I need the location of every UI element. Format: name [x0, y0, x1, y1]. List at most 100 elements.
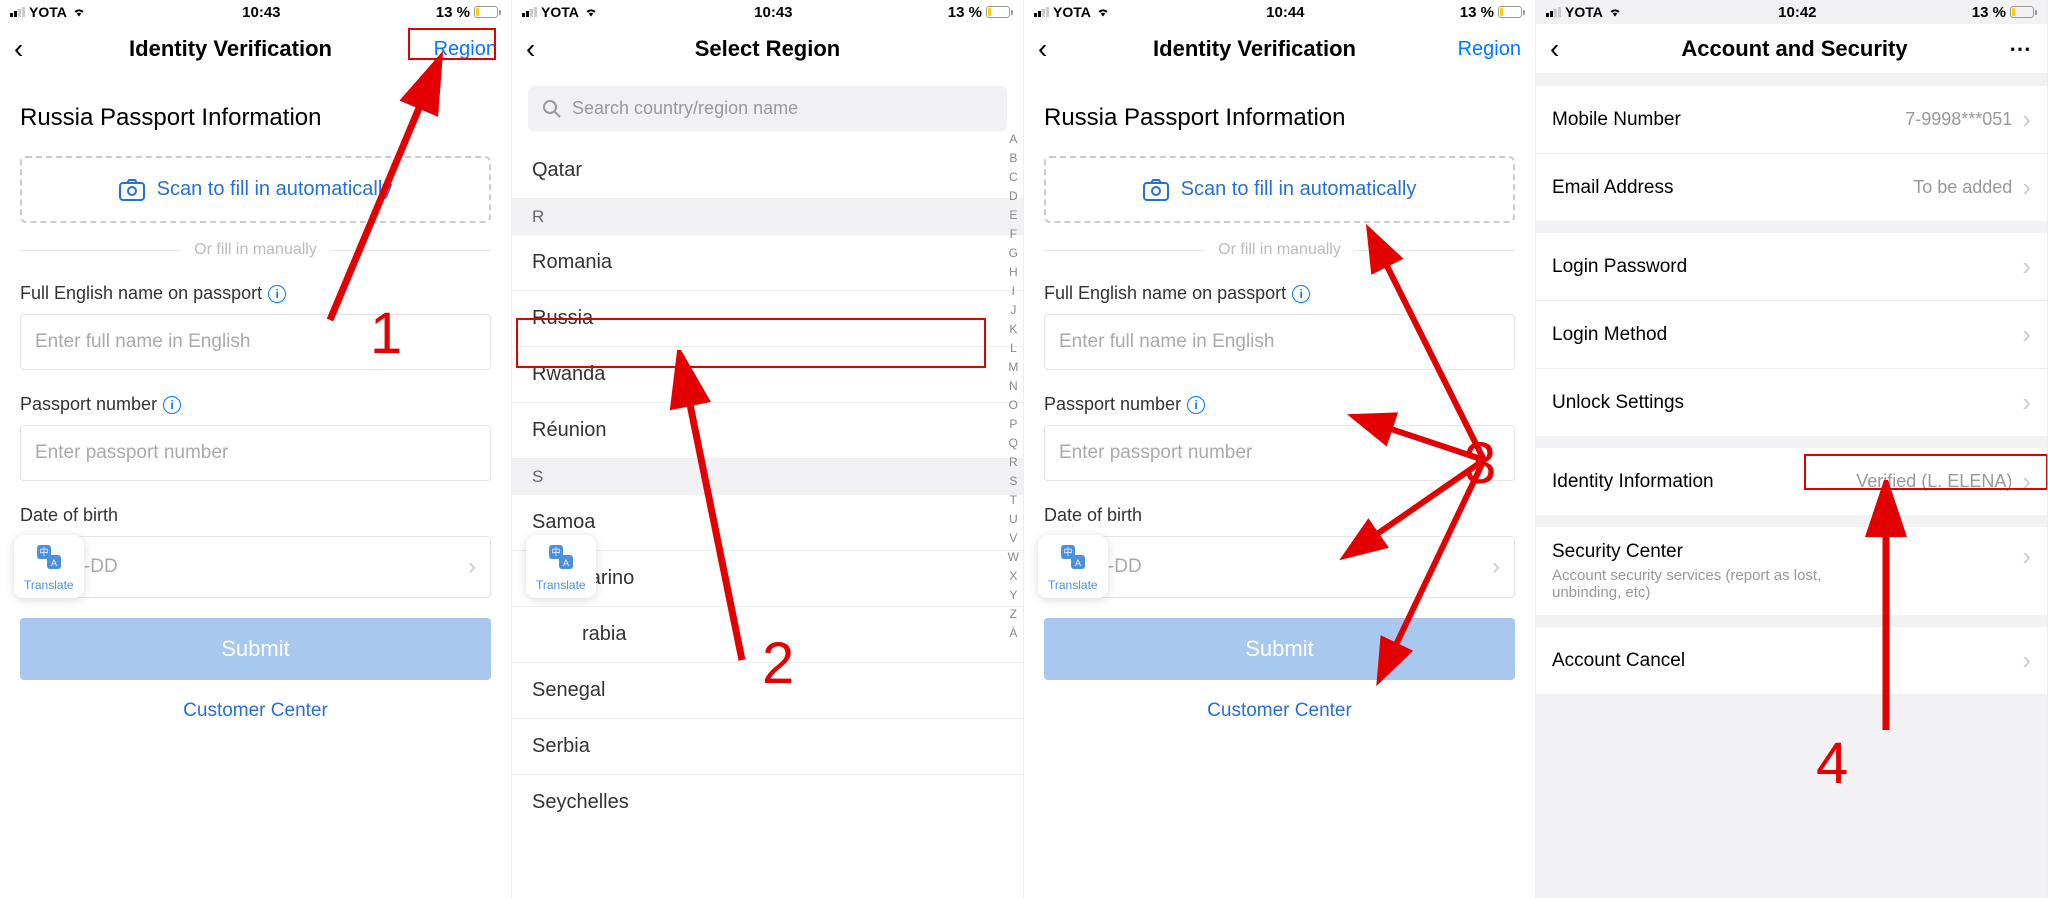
- customer-center-link[interactable]: Customer Center: [1044, 700, 1515, 722]
- row-email[interactable]: Email Address To be added: [1536, 154, 2047, 221]
- status-bar: YOTA 10:44 13 %: [1024, 0, 1535, 24]
- row-label: Email Address: [1552, 177, 1673, 199]
- row-account-cancel[interactable]: Account Cancel: [1536, 627, 2047, 694]
- back-button[interactable]: ‹: [1038, 33, 1068, 65]
- more-button[interactable]: ⋯: [2009, 36, 2033, 62]
- scan-to-fill-button[interactable]: Scan to fill in automatically: [1044, 156, 1515, 223]
- row-label: Login Password: [1552, 256, 1687, 278]
- passport-input[interactable]: [1044, 425, 1515, 481]
- submit-button[interactable]: Submit: [1044, 618, 1515, 680]
- customer-center-link[interactable]: Customer Center: [20, 700, 491, 722]
- region-button[interactable]: Region: [1441, 38, 1521, 61]
- translate-label: Translate: [536, 578, 586, 592]
- row-unlock-settings[interactable]: Unlock Settings: [1536, 369, 2047, 436]
- row-identity-info[interactable]: Identity Information Verified (L. ELENA): [1536, 448, 2047, 515]
- row-value: To be added: [1913, 172, 2031, 203]
- dob-input[interactable]: Y-MM-DD ›: [1044, 536, 1515, 598]
- name-label: Full English name on passport i: [1044, 283, 1515, 304]
- country-item-reunion[interactable]: Réunion: [512, 403, 1023, 459]
- svg-text:A: A: [563, 558, 569, 568]
- passport-label: Passport number i: [1044, 394, 1515, 415]
- scan-label: Scan to fill in automatically: [157, 178, 393, 201]
- scan-to-fill-button[interactable]: Scan to fill in automatically: [20, 156, 491, 223]
- country-item-serbia[interactable]: Serbia: [512, 719, 1023, 775]
- translate-widget[interactable]: 中A Translate: [14, 535, 84, 598]
- signal-icon: [1034, 7, 1049, 17]
- row-label: Identity Information: [1552, 471, 1714, 493]
- carrier-label: YOTA: [541, 4, 579, 20]
- country-item-qatar[interactable]: Qatar: [512, 143, 1023, 199]
- chevron-right-icon: ›: [468, 553, 476, 581]
- full-name-input[interactable]: [20, 314, 491, 370]
- status-bar: YOTA 10:43 13 %: [512, 0, 1023, 24]
- submit-button[interactable]: Submit: [20, 618, 491, 680]
- settings-group-login: Login Password Login Method Unlock Setti…: [1536, 233, 2047, 436]
- row-label: Security Center: [1552, 541, 1852, 563]
- chevron-right-icon: [2018, 387, 2031, 418]
- back-button[interactable]: ‹: [1550, 33, 1580, 65]
- scan-label: Scan to fill in automatically: [1181, 178, 1417, 201]
- battery-pct: 13 %: [436, 4, 470, 21]
- clock: 10:43: [242, 4, 280, 21]
- section-heading: Russia Passport Information: [20, 104, 491, 132]
- info-icon[interactable]: i: [1292, 285, 1310, 303]
- search-icon: [542, 99, 562, 119]
- page-title: Account and Security: [1580, 36, 2009, 62]
- svg-text:中: 中: [39, 546, 48, 557]
- full-name-input[interactable]: [1044, 314, 1515, 370]
- battery-pct: 13 %: [1972, 4, 2006, 21]
- chevron-right-icon: [2018, 319, 2031, 350]
- clock: 10:42: [1778, 4, 1816, 21]
- status-bar: YOTA 10:43 13 %: [0, 0, 511, 24]
- annotation-number-4: 4: [1816, 730, 1848, 797]
- info-icon[interactable]: i: [1187, 396, 1205, 414]
- carrier-label: YOTA: [1053, 4, 1091, 20]
- country-item-senegal[interactable]: Senegal: [512, 663, 1023, 719]
- camera-icon: [119, 179, 145, 201]
- svg-text:A: A: [1075, 558, 1081, 568]
- row-label: Mobile Number: [1552, 109, 1681, 131]
- battery-icon: [986, 6, 1013, 18]
- dob-input[interactable]: Y-MM-DD ›: [20, 536, 491, 598]
- row-mobile[interactable]: Mobile Number 7-9998***051: [1536, 86, 2047, 154]
- chevron-right-icon: [2018, 645, 2031, 676]
- row-value: 7-9998***051: [1905, 104, 2031, 135]
- search-box[interactable]: [528, 86, 1007, 131]
- battery-pct: 13 %: [1460, 4, 1494, 21]
- info-icon[interactable]: i: [163, 396, 181, 414]
- screen-3-identity: YOTA 10:44 13 % ‹ Identity Verification …: [1024, 0, 1536, 898]
- translate-widget[interactable]: 中A Translate: [1038, 535, 1108, 598]
- row-security-center[interactable]: Security Center Account security service…: [1536, 527, 2047, 615]
- search-input[interactable]: [572, 98, 993, 119]
- translate-widget[interactable]: 中A Translate: [526, 535, 596, 598]
- passport-label: Passport number i: [20, 394, 491, 415]
- manual-divider: Or fill in manually: [1044, 241, 1515, 259]
- dob-label: Date of birth: [20, 505, 491, 526]
- country-item-rwanda[interactable]: Rwanda: [512, 347, 1023, 403]
- signal-icon: [1546, 7, 1561, 17]
- row-login-method[interactable]: Login Method: [1536, 301, 2047, 369]
- camera-icon: [1143, 179, 1169, 201]
- svg-text:A: A: [51, 558, 57, 568]
- country-item-russia[interactable]: Russia: [512, 291, 1023, 347]
- row-value: Verified (L. ELENA): [1856, 466, 2031, 497]
- back-button[interactable]: ‹: [14, 33, 44, 65]
- info-icon[interactable]: i: [268, 285, 286, 303]
- wifi-icon: [71, 6, 87, 18]
- back-button[interactable]: ‹: [526, 33, 556, 65]
- carrier-label: YOTA: [1565, 4, 1603, 20]
- region-button[interactable]: Region: [417, 38, 497, 61]
- translate-icon: 中A: [35, 543, 63, 571]
- alphabet-index[interactable]: ABCDEFGHIJKLMNOPQRSTUVWXYZÀ: [1008, 130, 1019, 643]
- passport-input[interactable]: [20, 425, 491, 481]
- section-heading: Russia Passport Information: [1044, 104, 1515, 132]
- row-login-password[interactable]: Login Password: [1536, 233, 2047, 301]
- country-list[interactable]: Qatar R Romania Russia Rwanda Réunion S …: [512, 143, 1023, 830]
- settings-group-cancel: Account Cancel: [1536, 627, 2047, 694]
- page-title: Select Region: [556, 36, 979, 62]
- battery-pct: 13 %: [948, 4, 982, 21]
- country-item-romania[interactable]: Romania: [512, 235, 1023, 291]
- country-item-arabia[interactable]: rabia: [512, 607, 1023, 663]
- country-item-seychelles[interactable]: Seychelles: [512, 775, 1023, 830]
- row-label: Account Cancel: [1552, 650, 1685, 672]
